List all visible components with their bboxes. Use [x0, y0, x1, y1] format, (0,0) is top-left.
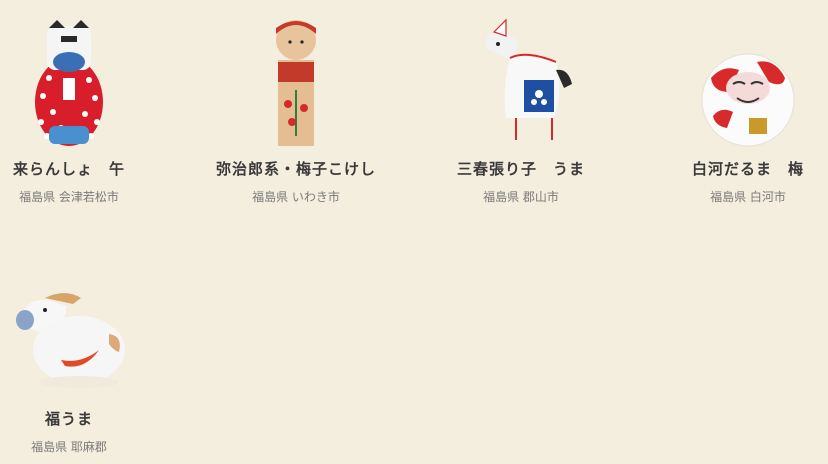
item-title: 三春張り子 うま: [456, 160, 585, 178]
item-title: 福うま: [44, 410, 93, 428]
raransho-horse-figure-icon: [35, 20, 103, 146]
product-card-kokeshi[interactable]: 弥治郎系・梅子こけし 福島県 いわき市: [206, 18, 386, 205]
item-location: 福島県 会津若松市: [19, 190, 119, 204]
item-location: 福島県 いわき市: [252, 190, 340, 204]
item-location: 福島県 白河市: [710, 190, 786, 204]
item-location: 福島県 郡山市: [483, 190, 559, 204]
product-card-fuku-horse[interactable]: 福うま 福島県 耶麻郡: [0, 268, 138, 455]
daruma-icon: [701, 53, 795, 147]
item-title: 白河だるま 梅: [691, 160, 804, 178]
product-card-shirakawa-daruma[interactable]: 白河だるま 梅 福島県 白河市: [686, 18, 810, 205]
item-title: 来らんしょ 午: [12, 160, 125, 178]
item-title: 弥治郎系・梅子こけし: [215, 160, 376, 178]
product-card-miharu-horse[interactable]: 三春張り子 うま 福島県 郡山市: [446, 18, 596, 205]
kokeshi-doll-icon: [276, 20, 316, 146]
miharu-horse-icon: [485, 18, 572, 140]
item-location: 福島県 耶麻郡: [31, 440, 107, 454]
fuku-horse-icon: [16, 293, 125, 388]
product-card-raransho[interactable]: 来らんしょ 午 福島県 会津若松市: [0, 18, 138, 205]
